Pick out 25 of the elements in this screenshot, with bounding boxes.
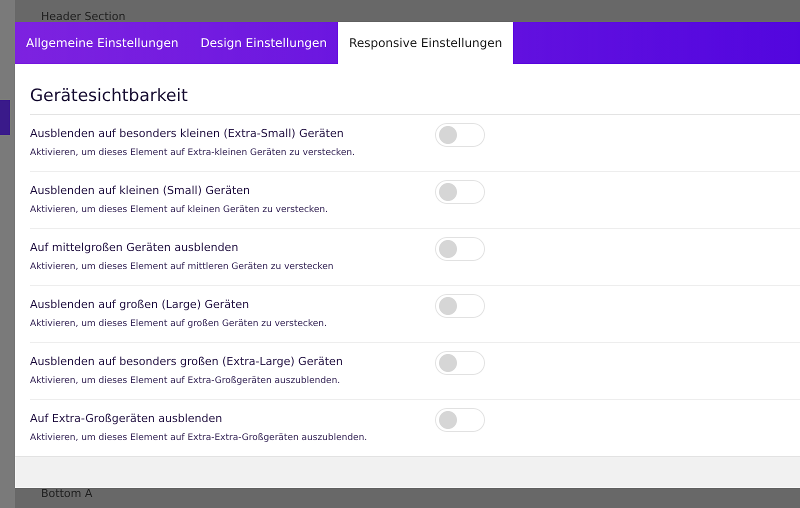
sidebar-accent bbox=[0, 100, 10, 135]
toggle-switch[interactable] bbox=[435, 237, 485, 261]
toggle-switch[interactable] bbox=[435, 123, 485, 147]
setting-label: Ausblenden auf kleinen (Small) Geräten bbox=[30, 184, 251, 197]
section-label: Bottom A bbox=[41, 487, 92, 500]
toggle-switch[interactable] bbox=[435, 180, 485, 204]
setting-description: Aktivieren, um dieses Element auf Extra-kleinen Geräten zu verstecken. bbox=[30, 148, 356, 158]
section-label: Header Section bbox=[41, 10, 126, 23]
tab[interactable]: Design Einstellungen bbox=[189, 22, 338, 64]
setting-label: Auf mittelgroßen Geräten ausblenden bbox=[30, 241, 240, 254]
setting-label: Ausblenden auf besonders großen (Extra-Large) Geräten bbox=[30, 355, 344, 368]
toggle-switch[interactable] bbox=[435, 294, 485, 318]
setting-label: Ausblenden auf besonders kleinen (Extra-Small) Geräten bbox=[30, 127, 345, 140]
setting-label: Auf Extra-Großgeräten ausblenden bbox=[30, 412, 224, 425]
section-title: Gerätesichtbarkeit bbox=[30, 64, 800, 115]
setting-description: Aktivieren, um dieses Element auf großen Geräten zu verstecken. bbox=[30, 319, 328, 329]
setting-description: Aktivieren, um dieses Element auf mittleren Geräten zu verstecken bbox=[30, 262, 334, 272]
setting-label: Ausblenden auf großen (Large) Geräten bbox=[30, 298, 250, 311]
toggle-switch[interactable] bbox=[435, 351, 485, 375]
tab[interactable]: Responsive Einstellungen bbox=[338, 22, 514, 64]
setting-description: Aktivieren, um dieses Element auf Extra-Großgeräten auszublenden. bbox=[30, 376, 342, 386]
setting-description: Aktivieren, um dieses Element auf Extra-Extra-Großgeräten auszublenden. bbox=[30, 433, 368, 443]
tab[interactable]: Allgemeine Einstellungen bbox=[15, 22, 190, 64]
setting-description: Aktivieren, um dieses Element auf kleinen Geräten zu verstecken. bbox=[30, 205, 329, 215]
toggle-switch[interactable] bbox=[435, 408, 485, 432]
